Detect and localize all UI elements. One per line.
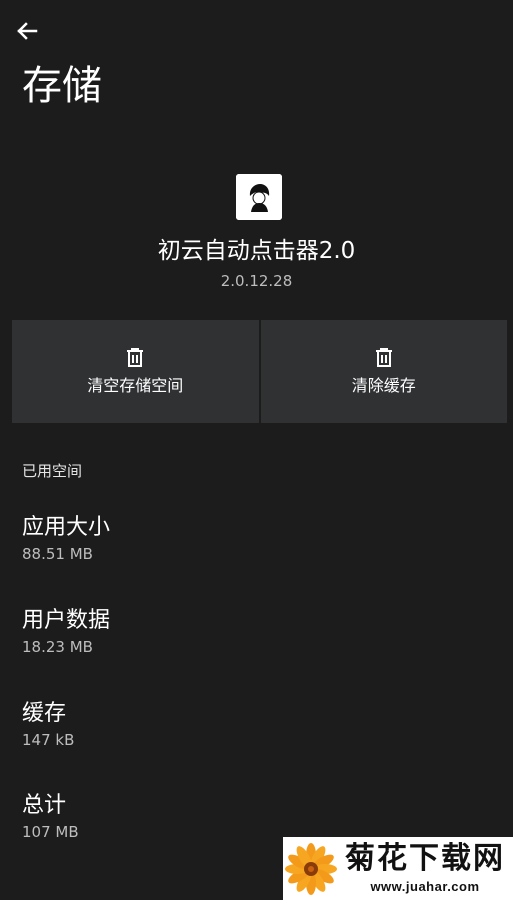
trash-icon [375, 348, 392, 367]
app-icon [236, 174, 282, 220]
storage-item-user-data: 用户数据 18.23 MB [22, 605, 110, 657]
clear-cache-label: 清除缓存 [351, 376, 416, 395]
clear-cache-button[interactable]: 清除缓存 [260, 320, 507, 423]
storage-item-label: 缓存 [22, 701, 67, 726]
clear-storage-label: 清空存储空间 [87, 376, 184, 395]
page-title: 存储 [22, 63, 102, 109]
action-buttons: 清空存储空间 清除缓存 [12, 320, 507, 423]
storage-item-app-size: 应用大小 88.51 MB [22, 512, 110, 564]
app-version: 2.0.12.28 [220, 272, 293, 290]
back-arrow-icon[interactable] [12, 16, 42, 46]
clear-storage-button[interactable]: 清空存储空间 [12, 320, 259, 423]
app-name: 初云自动点击器2.0 [157, 238, 356, 264]
storage-item-label: 总计 [22, 793, 67, 818]
storage-item-label: 应用大小 [22, 515, 111, 540]
storage-item-total: 总计 107 MB [22, 790, 79, 842]
storage-item-value: 147 kB [22, 731, 75, 749]
storage-item-value: 107 MB [22, 823, 79, 841]
storage-item-value: 18.23 MB [22, 638, 93, 656]
watermark-url: www.juahar.com [370, 879, 480, 894]
watermark-title: 菊花下载网 [345, 841, 505, 876]
flower-logo-icon [285, 843, 337, 895]
watermark: 菊花下载网 www.juahar.com [283, 837, 513, 900]
storage-item-value: 88.51 MB [22, 545, 93, 563]
storage-item-label: 用户数据 [22, 608, 111, 633]
trash-icon [127, 348, 144, 367]
section-used-space: 已用空间 [22, 462, 83, 480]
storage-item-cache: 缓存 147 kB [22, 698, 74, 750]
